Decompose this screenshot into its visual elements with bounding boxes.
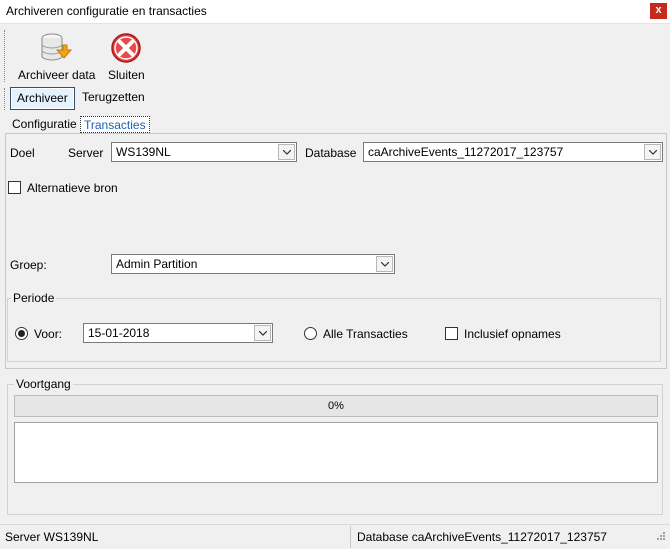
voortgang-legend: Voortgang	[14, 377, 73, 391]
groep-label: Groep:	[10, 258, 47, 272]
periode-legend: Periode	[11, 291, 57, 305]
red-x-icon	[110, 32, 142, 67]
chevron-down-icon[interactable]	[644, 144, 661, 160]
include-withdrawals-label: Inclusief opnames	[464, 327, 561, 341]
tab-transacties[interactable]: Transacties	[80, 116, 150, 133]
status-database: Database caArchiveEvents_11272017_123757	[357, 530, 607, 544]
close-button[interactable]: Sluiten	[104, 30, 148, 82]
database-select[interactable]: caArchiveEvents_11272017_123757	[363, 142, 663, 162]
alt-source-label: Alternatieve bron	[27, 181, 118, 195]
resize-grip-icon[interactable]	[654, 531, 666, 546]
database-value: caArchiveEvents_11272017_123757	[368, 145, 564, 159]
date-value: 15-01-2018	[88, 326, 150, 340]
status-separator	[350, 526, 351, 548]
chevron-down-icon[interactable]	[254, 325, 271, 341]
all-transactions-label: Alle Transacties	[323, 327, 408, 341]
server-value: WS139NL	[116, 145, 171, 159]
date-picker[interactable]: 15-01-2018	[83, 323, 273, 343]
voor-radio[interactable]	[15, 327, 28, 340]
alt-source-checkbox[interactable]	[8, 181, 21, 194]
tab-configuratie[interactable]: Configuratie	[9, 116, 80, 133]
toolbar-grip[interactable]	[4, 30, 7, 82]
voor-label: Voor:	[34, 327, 63, 341]
title-bar: Archiveren configuratie en transacties x	[0, 0, 670, 24]
progress-text: 0%	[328, 400, 344, 412]
window-close-button[interactable]: x	[650, 3, 667, 19]
status-server: Server WS139NL	[5, 530, 99, 544]
all-transactions-radio[interactable]	[304, 327, 317, 340]
archive-data-label: Archiveer data	[18, 68, 96, 82]
server-label: Server	[68, 146, 104, 160]
server-select[interactable]: WS139NL	[111, 142, 297, 162]
include-withdrawals-checkbox[interactable]	[445, 327, 458, 340]
close-label: Sluiten	[108, 68, 145, 82]
window-title: Archiveren configuratie en transacties	[6, 4, 207, 18]
chevron-down-icon[interactable]	[278, 144, 295, 160]
progress-bar: 0%	[14, 395, 658, 417]
database-label: Database	[305, 146, 357, 160]
log-output[interactable]	[14, 422, 658, 483]
tab-archiveer[interactable]: Archiveer	[10, 87, 75, 110]
database-archive-icon	[38, 32, 73, 67]
mode-grip[interactable]	[4, 88, 7, 110]
doel-label: Doel	[10, 146, 35, 160]
archive-data-button[interactable]: Archiveer data	[16, 30, 96, 82]
groep-value: Admin Partition	[116, 257, 198, 271]
chevron-down-icon[interactable]	[376, 256, 393, 272]
tab-terugzetten[interactable]: Terugzetten	[76, 87, 151, 110]
status-bar: Server WS139NL Database caArchiveEvents_…	[0, 524, 670, 549]
groep-select[interactable]: Admin Partition	[111, 254, 395, 274]
